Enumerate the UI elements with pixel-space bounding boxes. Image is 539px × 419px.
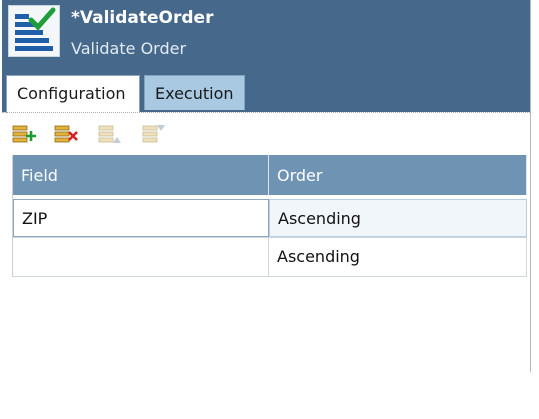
move-up-icon[interactable] bbox=[98, 123, 122, 145]
tab-configuration[interactable]: Configuration bbox=[6, 75, 140, 113]
grid-toolbar bbox=[2, 112, 530, 153]
transformation-panel: *ValidateOrder Validate Order Configurat… bbox=[2, 0, 531, 382]
page-title: *ValidateOrder bbox=[71, 8, 214, 28]
delete-row-icon[interactable] bbox=[54, 123, 78, 145]
add-row-icon[interactable] bbox=[12, 123, 36, 145]
sort-fields-grid: Field Order ZIP Ascending Ascending bbox=[12, 155, 527, 277]
page-subtitle: Validate Order bbox=[71, 39, 187, 58]
order-cell[interactable]: Ascending bbox=[269, 238, 527, 276]
order-cell[interactable]: Ascending bbox=[269, 199, 527, 237]
table-row[interactable]: Ascending bbox=[13, 238, 527, 277]
field-cell[interactable] bbox=[13, 238, 269, 276]
panel-header: *ValidateOrder Validate Order Configurat… bbox=[2, 0, 530, 113]
table-row[interactable]: ZIP Ascending bbox=[13, 199, 527, 238]
validate-list-check-icon bbox=[8, 5, 60, 57]
tab-execution[interactable]: Execution bbox=[144, 75, 245, 110]
grid-header: Field Order bbox=[13, 155, 527, 195]
move-down-icon[interactable] bbox=[142, 123, 166, 145]
field-cell[interactable]: ZIP bbox=[13, 199, 269, 237]
column-header-field[interactable]: Field bbox=[13, 155, 269, 195]
column-header-order[interactable]: Order bbox=[269, 155, 527, 195]
